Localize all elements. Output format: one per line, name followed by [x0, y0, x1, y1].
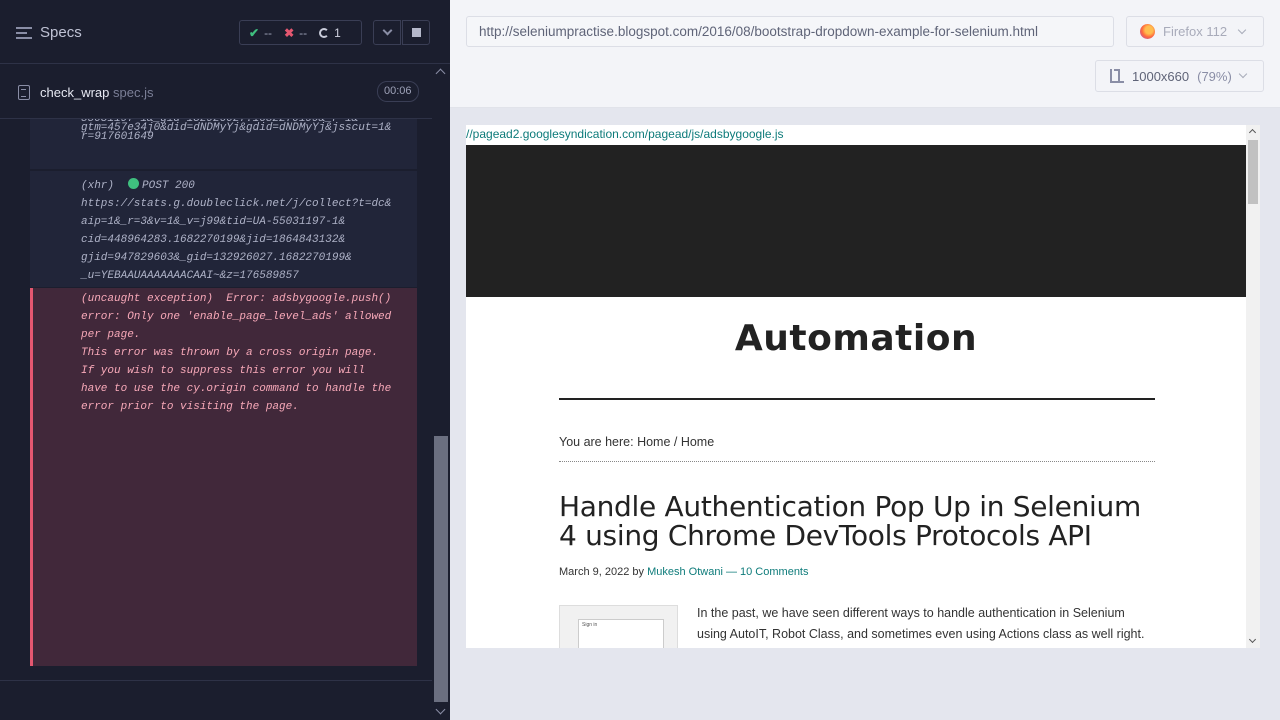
divider: [559, 461, 1155, 462]
comments-link[interactable]: 10 Comments: [740, 566, 808, 578]
spec-file-name[interactable]: check_wrap spec.js: [40, 85, 153, 100]
spec-extension: spec.js: [113, 85, 154, 100]
reporter-header: Specs ✔ -- ✖ -- 1: [0, 0, 450, 64]
ruler-icon: [1110, 69, 1124, 83]
xhr-tag: (xhr): [81, 180, 115, 192]
meta-dash: —: [725, 566, 737, 578]
error-line: error prior to visiting the page.: [81, 401, 299, 413]
specs-label: Specs: [40, 24, 82, 41]
author-link[interactable]: Mukesh Otwani: [647, 566, 723, 578]
error-line: If you wish to suppress this error you w…: [81, 365, 365, 377]
reporter-panel: Specs ✔ -- ✖ -- 1 check_wrap spec.js 00:…: [0, 0, 450, 720]
spec-header: check_wrap spec.js 00:06: [0, 64, 432, 119]
header-banner: [466, 145, 1246, 297]
error-line: per page.: [81, 329, 141, 341]
spec-name-text: check_wrap: [40, 85, 110, 100]
xhr-method-status: POST 200: [142, 180, 195, 192]
ad-script-link[interactable]: //pagead2.googlesyndication.com/pagead/j…: [466, 127, 784, 141]
passed-stat: ✔ --: [249, 26, 272, 40]
failed-stat: ✖ --: [284, 26, 307, 40]
error-line: have to use the cy.origin command to han…: [81, 383, 392, 395]
post-excerpt: In the past, we have seen different ways…: [697, 606, 1145, 641]
reporter-footer: [0, 680, 432, 720]
thumbnail-dialog: Sign in: [578, 619, 664, 648]
spinner-icon: [319, 27, 330, 38]
post-title[interactable]: Handle Authentication Pop Up in Selenium…: [559, 492, 1159, 550]
chevron-down-icon: [1237, 25, 1247, 34]
spec-duration: 00:06: [377, 81, 419, 102]
log-entry[interactable]: 55031197-1&_gid=132926027.1682270199&_r=…: [30, 119, 417, 169]
error-line: This error was thrown by a cross origin …: [81, 347, 379, 359]
error-log-entry[interactable]: (uncaught exception) Error: adsbygoogle.…: [30, 288, 417, 666]
stop-icon: [411, 28, 421, 37]
reporter-scrollbar[interactable]: [432, 64, 450, 720]
status-dot-icon: [128, 178, 140, 189]
viewport-zoom: (79%): [1197, 68, 1232, 84]
error-line: (uncaught exception) Error: adsbygoogle.…: [81, 293, 392, 305]
post-date: March 9, 2022: [559, 566, 630, 578]
xhr-url-line: https://stats.g.doubleclick.net/j/collec…: [81, 198, 392, 210]
xhr-url-line: aip=1&_r=3&v=1&_v=j99&tid=UA-55031197-1&: [81, 216, 346, 228]
toggle-button[interactable]: [373, 20, 401, 45]
passed-count: --: [264, 25, 273, 40]
xhr-header: (xhr) POST 200: [81, 177, 417, 195]
url-bar[interactable]: http://seleniumpractise.blogspot.com/201…: [466, 16, 1114, 47]
failed-count: --: [299, 25, 308, 40]
post-meta: March 9, 2022 by Mukesh Otwani — 10 Comm…: [559, 566, 809, 578]
specs-button[interactable]: Specs: [16, 24, 82, 41]
chevron-down-icon: [382, 25, 392, 36]
browser-label: Firefox 112: [1163, 24, 1228, 39]
scroll-up-icon[interactable]: [435, 68, 446, 79]
xhr-url-line: _u=YEBAAUAAAAAAACAAI~&z=176589857: [81, 270, 299, 282]
post-by: by: [632, 566, 645, 578]
post-thumbnail[interactable]: Sign in: [559, 605, 678, 648]
aut-iframe[interactable]: //pagead2.googlesyndication.com/pagead/j…: [466, 125, 1260, 648]
runner-panel: http://seleniumpractise.blogspot.com/201…: [450, 0, 1280, 720]
scroll-up-icon[interactable]: [1248, 128, 1257, 137]
browser-selector[interactable]: Firefox 112: [1126, 16, 1264, 47]
scrollbar-thumb[interactable]: [434, 436, 448, 702]
pending-stat: 1: [319, 26, 341, 40]
viewport-size: 1000x660: [1132, 68, 1190, 84]
site-title[interactable]: Automation: [466, 318, 1246, 359]
chevron-down-icon: [1238, 69, 1248, 79]
pending-count: 1: [334, 25, 341, 40]
xhr-url-line: gjid=947829603&_gid=132926027.1682270199…: [81, 252, 352, 264]
stop-button[interactable]: [402, 20, 430, 45]
command-log: 55031197-1&_gid=132926027.1682270199&_r=…: [0, 119, 432, 679]
aut-scrollbar-thumb[interactable]: [1248, 140, 1258, 204]
menu-icon: [16, 26, 32, 39]
divider: [559, 398, 1155, 400]
file-icon: [18, 85, 30, 100]
thumbnail-text: Sign in: [582, 622, 598, 628]
viewport-selector[interactable]: 1000x660 (79%): [1095, 60, 1264, 92]
test-stats: ✔ -- ✖ -- 1: [239, 20, 362, 45]
error-line: error: Only one 'enable_page_level_ads' …: [81, 311, 392, 323]
xhr-log-entry[interactable]: (xhr) POST 200 https://stats.g.doubleclic…: [30, 171, 417, 287]
aut-scrollbar[interactable]: [1246, 125, 1260, 648]
breadcrumb[interactable]: You are here: Home / Home: [559, 435, 714, 449]
firefox-icon: [1140, 24, 1155, 39]
scroll-down-icon[interactable]: [1248, 635, 1257, 644]
scroll-down-icon[interactable]: [435, 704, 446, 715]
check-icon: ✔: [249, 25, 260, 40]
x-icon: ✖: [284, 25, 295, 40]
xhr-url-line: cid=448964283.1682270199&jid=1864843132&: [81, 234, 346, 246]
